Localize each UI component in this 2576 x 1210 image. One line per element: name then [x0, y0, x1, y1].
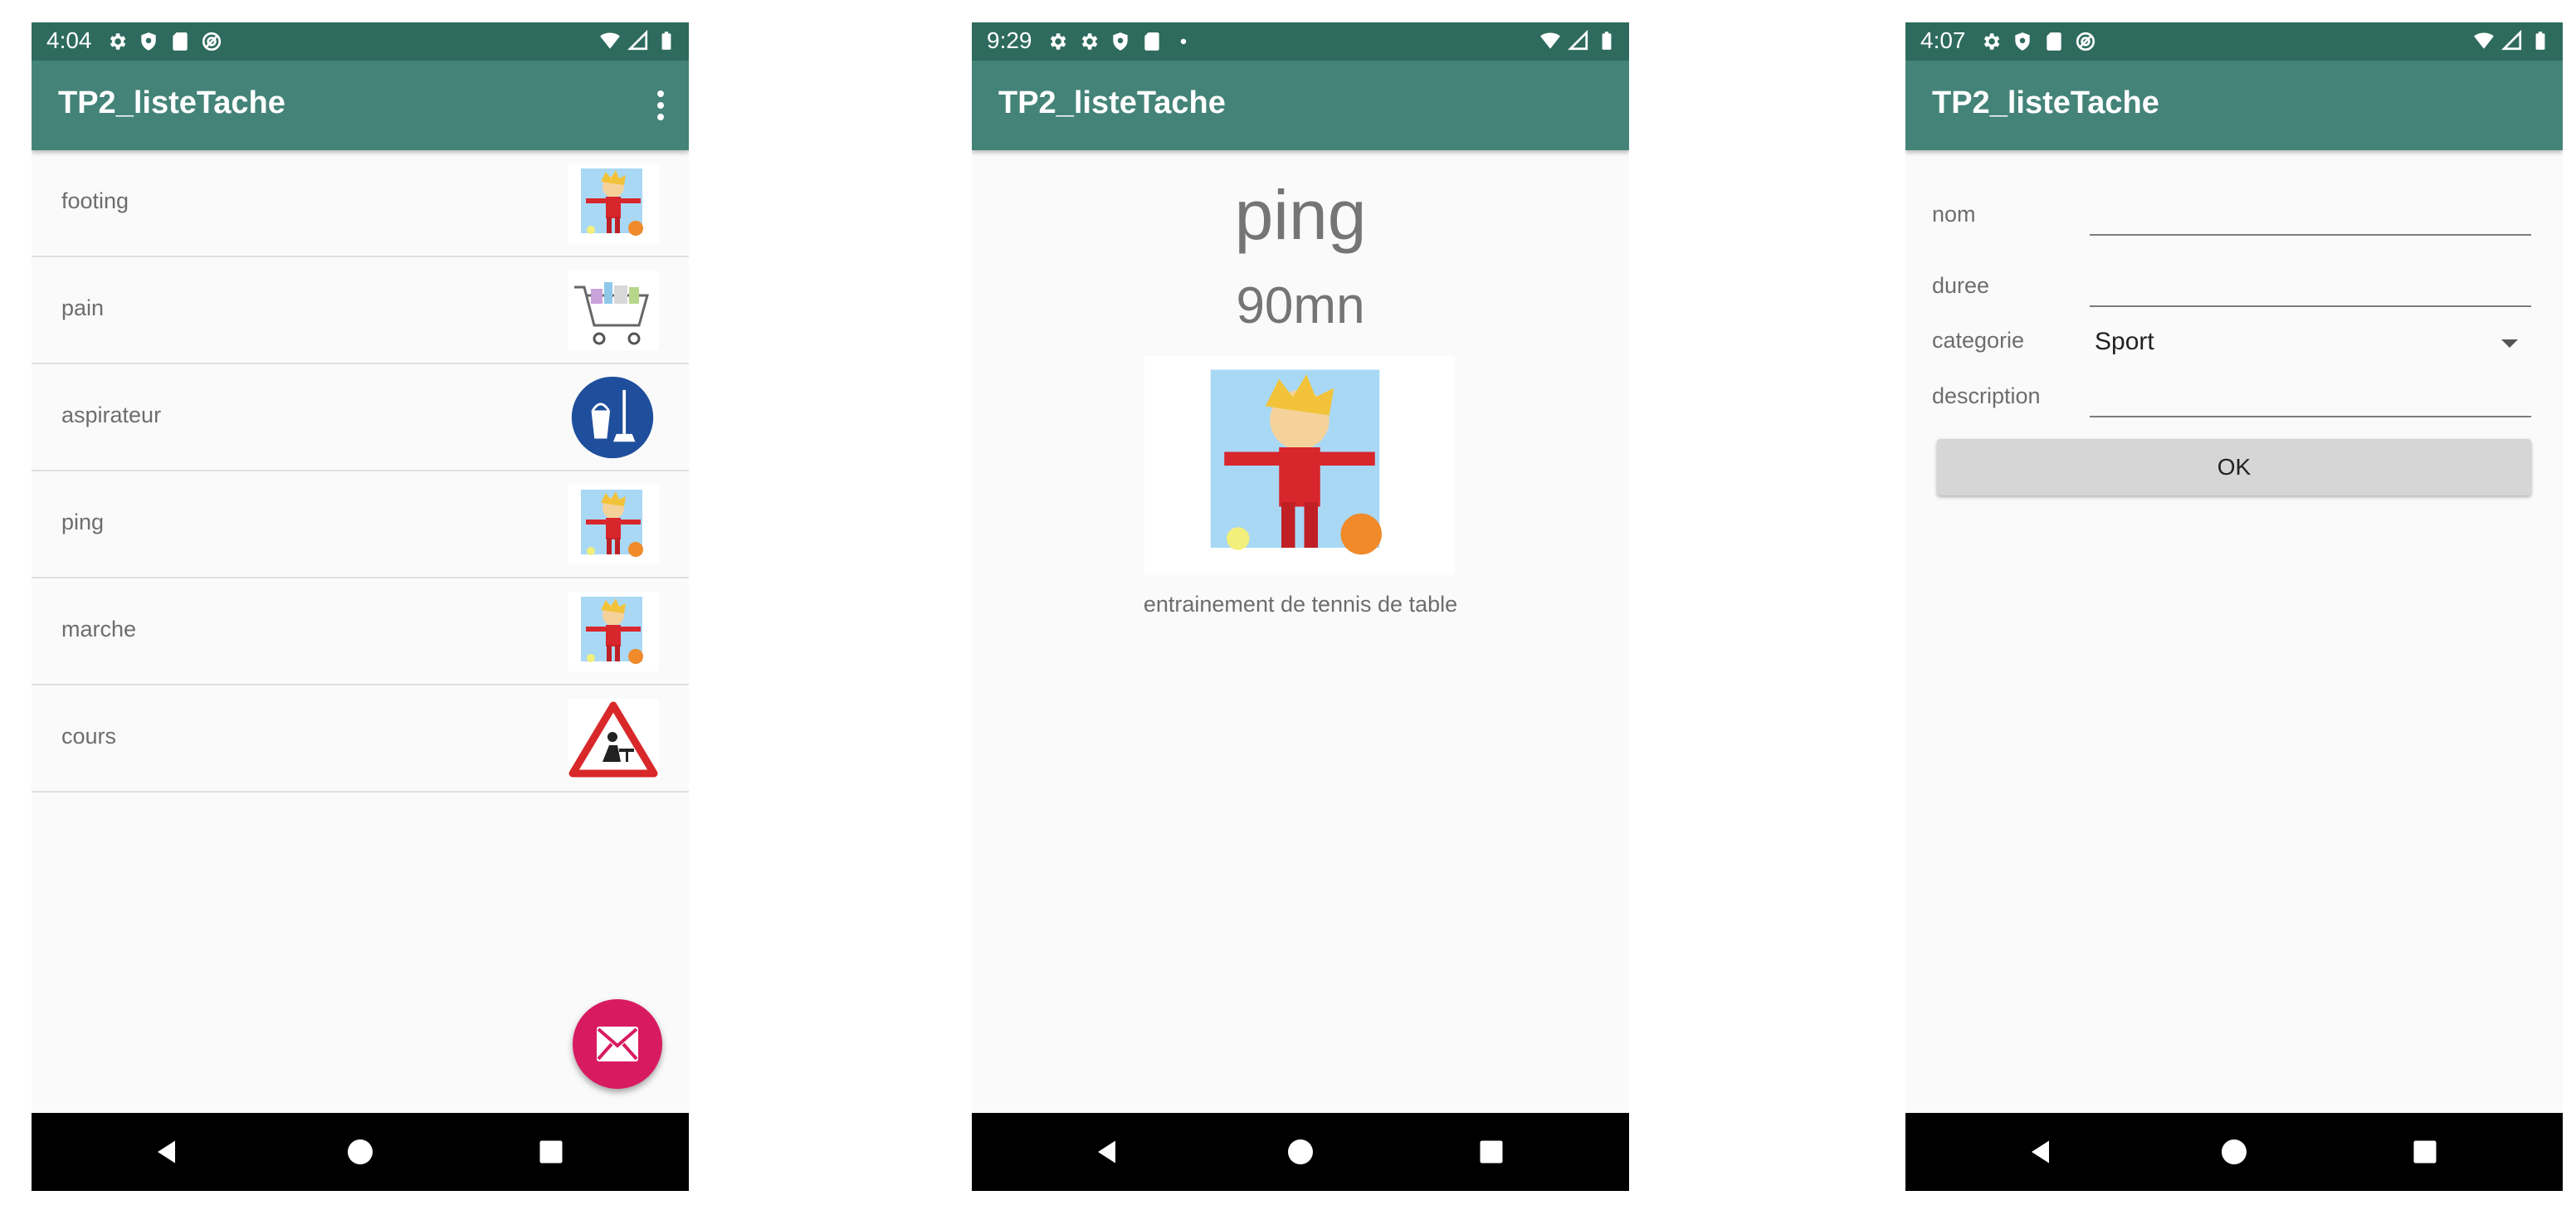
settings-icon	[106, 31, 128, 52]
sd-card-icon	[2043, 31, 2065, 52]
dropdown-arrow-icon	[2501, 339, 2518, 348]
settings-icon	[1980, 31, 2002, 52]
sport-kid-icon	[568, 592, 659, 671]
system-nav-bar	[1905, 1113, 2563, 1191]
status-time: 4:04	[46, 27, 92, 53]
task-list: footing pain aspirateur ping marche cour…	[32, 150, 689, 793]
status-bar: 4:04	[32, 22, 689, 61]
app-title: TP2_listeTache	[1932, 85, 2159, 120]
back-icon[interactable]	[2027, 1137, 2056, 1167]
sport-kid-icon	[1144, 356, 1455, 575]
shield-icon	[138, 31, 159, 52]
sync-off-icon	[2075, 31, 2096, 52]
duree-field[interactable]	[2090, 266, 2538, 296]
task-name: ping	[61, 510, 105, 534]
system-nav-bar	[972, 1113, 1629, 1191]
home-icon[interactable]	[345, 1137, 375, 1167]
task-name: pain	[61, 295, 105, 320]
sd-card-icon	[169, 31, 191, 52]
task-row-aspirateur[interactable]: aspirateur	[32, 364, 689, 471]
back-icon[interactable]	[1093, 1137, 1123, 1167]
settings-icon	[1046, 31, 1068, 52]
battery-icon	[656, 30, 677, 51]
app-title: TP2_listeTache	[58, 85, 285, 120]
task-row-marche[interactable]: marche	[32, 578, 689, 686]
home-icon[interactable]	[2219, 1137, 2249, 1167]
categorie-selected: Sport	[2095, 328, 2154, 355]
task-row-footing[interactable]: footing	[32, 150, 689, 257]
task-name: cours	[61, 724, 117, 749]
task-detail-description: entrainement de tennis de table	[1143, 592, 1458, 617]
duree-label: duree	[1932, 273, 1990, 298]
nom-label: nom	[1932, 202, 1976, 227]
wifi-icon	[2473, 30, 2495, 51]
task-row-pain[interactable]: pain	[32, 257, 689, 364]
recent-apps-icon[interactable]	[536, 1137, 566, 1167]
task-detail-name: ping	[1234, 176, 1367, 254]
status-time: 4:07	[1920, 27, 1966, 53]
app-bar: TP2_listeTache	[1905, 61, 2563, 150]
sport-kid-icon	[568, 163, 659, 243]
cleaning-sign-icon	[569, 374, 656, 461]
task-detail-duration: 90mn	[1236, 277, 1365, 334]
description-underline	[2090, 416, 2531, 417]
mail-icon	[597, 1027, 638, 1061]
back-icon[interactable]	[153, 1137, 183, 1167]
shopping-cart-icon	[568, 271, 659, 350]
app-bar: TP2_listeTache	[972, 61, 1629, 150]
task-list-screen: 4:04 TP2_listeTache footing pain aspirat	[32, 22, 689, 1191]
battery-icon	[1596, 30, 1617, 51]
status-time: 9:29	[987, 27, 1032, 53]
sync-off-icon	[201, 31, 222, 52]
settings-icon	[1078, 31, 1100, 52]
shield-icon	[1110, 31, 1131, 52]
task-name: aspirateur	[61, 403, 162, 427]
task-detail-screen: 9:29 TP2_listeTache ping 90mn entraineme…	[972, 22, 1629, 1191]
overflow-menu-icon[interactable]	[656, 89, 666, 122]
nom-field[interactable]	[2090, 195, 2538, 225]
recent-apps-icon[interactable]	[1476, 1137, 1506, 1167]
status-bar: 4:07	[1905, 22, 2563, 61]
wifi-icon	[1539, 30, 1561, 51]
status-bar: 9:29	[972, 22, 1629, 61]
task-name: marche	[61, 617, 137, 642]
duree-underline	[2090, 305, 2531, 307]
categorie-dropdown[interactable]: Sport	[2090, 321, 2531, 363]
task-row-cours[interactable]: cours	[32, 686, 689, 793]
signal-icon	[2501, 30, 2523, 51]
system-nav-bar	[32, 1113, 689, 1191]
description-field[interactable]	[2090, 378, 2538, 407]
app-title: TP2_listeTache	[998, 85, 1226, 120]
battery-icon	[2530, 30, 2551, 51]
wifi-icon	[599, 30, 621, 51]
add-task-screen: 4:07 TP2_listeTache nom duree categorie …	[1905, 22, 2563, 1191]
signal-icon	[627, 30, 649, 51]
nom-underline	[2090, 234, 2531, 236]
task-name: footing	[61, 188, 129, 213]
sd-card-icon	[1141, 31, 1163, 52]
description-label: description	[1932, 383, 2041, 408]
task-row-ping[interactable]: ping	[32, 471, 689, 578]
app-bar: TP2_listeTache	[32, 61, 689, 150]
ok-button[interactable]: OK	[1937, 439, 2531, 495]
recent-apps-icon[interactable]	[2410, 1137, 2440, 1167]
categorie-label: categorie	[1932, 328, 2025, 353]
home-icon[interactable]	[1286, 1137, 1315, 1167]
signal-icon	[1568, 30, 1589, 51]
add-task-fab[interactable]	[573, 999, 662, 1089]
shield-icon	[2012, 31, 2033, 52]
dot-icon	[1180, 38, 1187, 45]
sport-kid-icon	[568, 485, 659, 564]
school-warning-icon	[568, 699, 659, 778]
